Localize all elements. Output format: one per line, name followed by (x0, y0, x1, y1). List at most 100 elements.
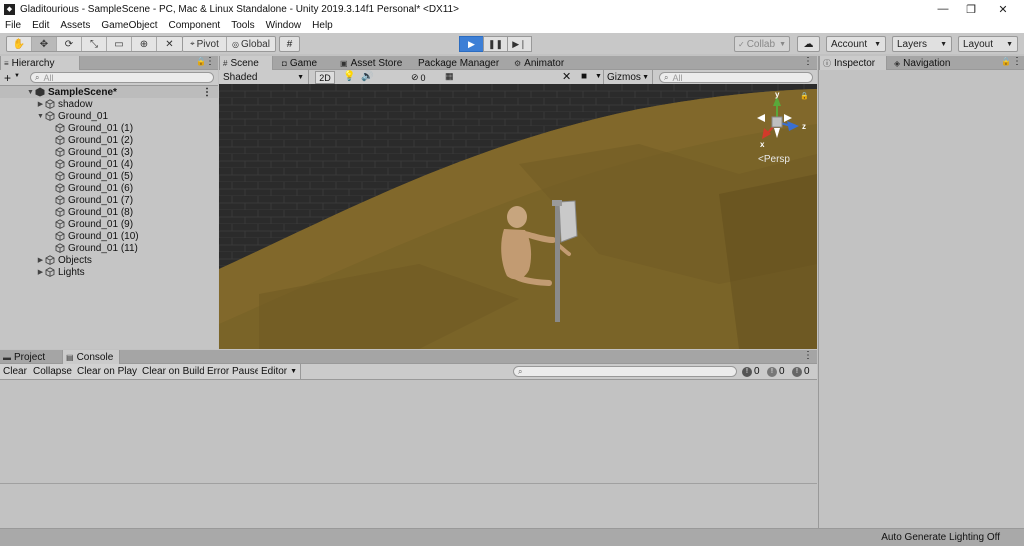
dropdown-arrow-icon: ▼ (874, 40, 881, 48)
hierarchy-item[interactable]: Ground_01 (5) (0, 170, 218, 182)
menu-component[interactable]: Component (169, 20, 221, 31)
hierarchy-item-label: Ground_01 (8) (68, 206, 134, 218)
panel-menu-icon[interactable]: ⋮ (803, 56, 813, 67)
lock-icon[interactable]: 🔒 (1001, 57, 1011, 66)
fx-toggle[interactable]: ⊘ 0 (411, 71, 426, 84)
tab-hierarchy[interactable]: ≡ Hierarchy (0, 56, 80, 70)
menu-window[interactable]: Window (266, 20, 302, 31)
rect-tool-icon[interactable]: ▭ (107, 37, 132, 51)
grid-snap-button[interactable]: # (279, 36, 300, 52)
clear-on-play-button[interactable]: Clear on Play (74, 364, 142, 379)
hierarchy-item[interactable]: ▶ Lights (0, 266, 218, 278)
hierarchy-item[interactable]: Ground_01 (6) (0, 182, 218, 194)
hierarchy-item-label: Ground_01 (7) (68, 194, 134, 206)
hierarchy-item[interactable]: Ground_01 (11) (0, 242, 218, 254)
info-icon: ! (742, 366, 752, 377)
dropdown-arrow-icon[interactable]: ▼ (14, 73, 20, 79)
tab-console[interactable]: ▤ Console (62, 350, 120, 364)
editor-dropdown[interactable]: Editor ▼ (258, 364, 302, 379)
transform-tool-icon[interactable]: ⊕ (132, 37, 157, 51)
console-log-area[interactable] (0, 380, 817, 483)
camera-icon[interactable]: ■ (581, 71, 587, 82)
scene-viewport[interactable]: y z x 🔒 <Persp (219, 84, 817, 349)
error-count[interactable]: ! 0 (792, 365, 810, 378)
grid-toggle-icon[interactable]: ▦ (445, 71, 454, 82)
layout-dropdown[interactable]: Layout ▼ (958, 36, 1018, 52)
tab-navigation[interactable]: ◈ Navigation (891, 56, 950, 70)
scale-tool-icon[interactable]: ⤡ (82, 37, 107, 51)
error-pause-button[interactable]: Error Pause (204, 364, 265, 379)
gizmos-dropdown[interactable]: Gizmos ▼ (603, 70, 653, 85)
move-tool-icon[interactable]: ✥ (32, 37, 57, 51)
dropdown-arrow-icon[interactable]: ▼ (595, 73, 602, 80)
gizmo-lock-icon[interactable]: 🔒 (800, 92, 809, 100)
gamepad-icon: ◘ (282, 58, 287, 68)
global-toggle[interactable]: ◎ Global (227, 37, 275, 51)
hierarchy-search-input[interactable]: ⌕ All (30, 72, 214, 83)
panel-menu-icon[interactable]: ⋮ (803, 350, 813, 361)
expanded-arrow-icon[interactable]: ▼ (36, 113, 45, 120)
hierarchy-item[interactable]: ▼ Ground_01 (0, 110, 218, 122)
pivot-toggle[interactable]: ⌖ Pivot (183, 37, 227, 51)
add-button[interactable]: + (4, 71, 11, 85)
close-button[interactable]: ✕ (987, 0, 1019, 18)
tab-package-manager[interactable]: Package Manager (415, 56, 499, 70)
menu-file[interactable]: File (5, 20, 21, 31)
collapsed-arrow-icon[interactable]: ▶ (36, 256, 45, 264)
pause-button[interactable]: ❚❚ (483, 36, 508, 52)
play-button[interactable]: ▶ (459, 36, 484, 52)
layers-dropdown[interactable]: Layers ▼ (892, 36, 952, 52)
tab-project[interactable]: ▬ Project (0, 350, 58, 364)
collab-dropdown[interactable]: ✓ Collab ▼ (734, 36, 790, 52)
collapsed-arrow-icon[interactable]: ▶ (36, 268, 45, 276)
scene-tabbar: # Scene ◘ Game ▣ Asset Store Package Manage… (219, 56, 817, 70)
menu-assets[interactable]: Assets (60, 20, 90, 31)
panel-menu-icon[interactable]: ⋮ (205, 56, 215, 67)
custom-tool-icon[interactable]: ✕ (157, 37, 182, 51)
menu-tools[interactable]: Tools (231, 20, 254, 31)
cloud-button[interactable]: ☁ (797, 36, 820, 52)
warning-count[interactable]: ! 0 (767, 365, 785, 378)
tab-game[interactable]: ◘ Game (279, 56, 317, 70)
scene-menu-icon[interactable]: ⋮ (202, 87, 212, 98)
hierarchy-item[interactable]: Ground_01 (9) (0, 218, 218, 230)
tab-asset-store[interactable]: ▣ Asset Store (337, 56, 402, 70)
hierarchy-item[interactable]: Ground_01 (2) (0, 134, 218, 146)
collapse-button[interactable]: Collapse (30, 364, 76, 379)
expanded-arrow-icon[interactable]: ▼ (26, 89, 35, 96)
hierarchy-item[interactable]: ▶ Objects (0, 254, 218, 266)
clear-button[interactable]: Clear (0, 364, 31, 379)
hierarchy-item[interactable]: Ground_01 (10) (0, 230, 218, 242)
status-bar: Auto Generate Lighting Off (0, 528, 1024, 546)
hierarchy-item[interactable]: Ground_01 (1) (0, 122, 218, 134)
menu-help[interactable]: Help (312, 20, 333, 31)
hierarchy-item[interactable]: Ground_01 (3) (0, 146, 218, 158)
hierarchy-item[interactable]: Ground_01 (4) (0, 158, 218, 170)
tab-scene[interactable]: # Scene (219, 56, 273, 70)
projection-label[interactable]: <Persp (758, 154, 790, 165)
hierarchy-item[interactable]: ▶ shadow (0, 98, 218, 110)
panel-menu-icon[interactable]: ⋮ (1012, 56, 1022, 67)
clear-on-build-button[interactable]: Clear on Build (139, 364, 209, 379)
scene-search-input[interactable]: ⌕ All (659, 72, 813, 83)
info-count[interactable]: ! 0 (742, 365, 760, 378)
tools-icon[interactable]: ✕ (562, 70, 571, 83)
maximize-button[interactable]: ❐ (955, 0, 987, 18)
console-search-input[interactable]: ⌕ (513, 366, 737, 377)
tab-inspector[interactable]: ⓘ Inspector (819, 56, 887, 70)
account-dropdown[interactable]: Account ▼ (826, 36, 886, 52)
menu-edit[interactable]: Edit (32, 20, 49, 31)
lighting-toggle-icon[interactable]: 💡 (343, 71, 355, 82)
hand-tool-icon[interactable]: ✋ (7, 37, 32, 51)
menu-gameobject[interactable]: GameObject (101, 20, 157, 31)
rotate-tool-icon[interactable]: ⟳ (57, 37, 82, 51)
2d-toggle[interactable]: 2D (315, 71, 335, 84)
collapsed-arrow-icon[interactable]: ▶ (36, 100, 45, 108)
hierarchy-item[interactable]: Ground_01 (8) (0, 206, 218, 218)
audio-toggle-icon[interactable]: 🔊 (361, 71, 373, 82)
hierarchy-item[interactable]: Ground_01 (7) (0, 194, 218, 206)
step-button[interactable]: ▶❘ (507, 36, 532, 52)
hierarchy-scene-row[interactable]: ▼ SampleScene* ⋮ (0, 86, 218, 98)
shading-mode-dropdown[interactable]: Shaded ▼ (219, 70, 309, 85)
tab-animator[interactable]: ⚙ Animator (511, 56, 564, 70)
